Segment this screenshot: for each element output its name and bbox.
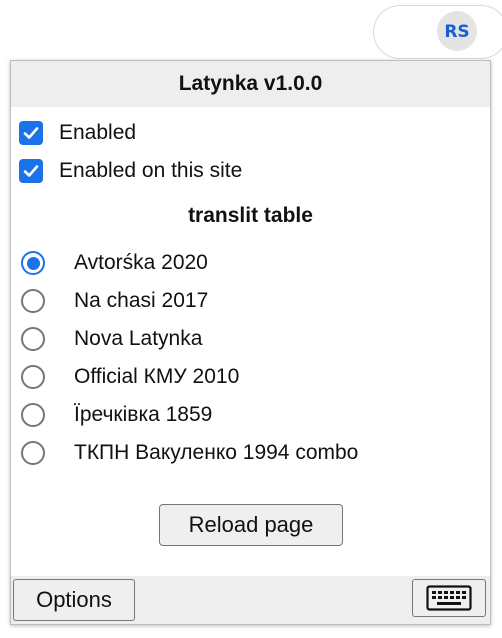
extension-popup: Latynka v1.0.0 Enabled Enabled on this s…: [10, 60, 491, 625]
radio-avtorska-2020[interactable]: [21, 251, 45, 275]
reload-page-button[interactable]: Reload page: [159, 504, 343, 546]
table-option[interactable]: Official КМУ 2010: [21, 362, 239, 392]
table-option-label: ТКПН Вакуленко 1994 combo: [74, 441, 359, 464]
popup-footer: Options: [11, 576, 490, 624]
popup-title: Latynka v1.0.0: [11, 61, 490, 107]
radio-tkpn-vakulenko-1994[interactable]: [21, 441, 45, 465]
radio-official-kmu-2010[interactable]: [21, 365, 45, 389]
table-option-label: Na chasi 2017: [74, 289, 209, 312]
table-option[interactable]: ТКПН Вакуленко 1994 combo: [21, 438, 358, 468]
checkmark-icon: [23, 165, 39, 177]
table-option[interactable]: Nova Latynka: [21, 324, 202, 354]
radio-nova-latynka[interactable]: [21, 327, 45, 351]
table-option[interactable]: Avtorśka 2020: [21, 248, 208, 278]
enabled-row[interactable]: Enabled: [19, 118, 136, 148]
checkmark-icon: [23, 127, 39, 139]
enabled-checkbox[interactable]: [19, 121, 43, 145]
table-option[interactable]: Їречківка 1859: [21, 400, 212, 430]
radio-jirechkivka-1859[interactable]: [21, 403, 45, 427]
svg-text:RS: RS: [444, 22, 469, 42]
translit-table-heading: translit table: [188, 204, 313, 227]
enabled-label: Enabled: [59, 121, 137, 144]
enabled-on-site-label: Enabled on this site: [59, 159, 243, 182]
radio-na-chasi-2017[interactable]: [21, 289, 45, 313]
extension-button[interactable]: RS: [437, 11, 477, 51]
table-option-label: Їречківка 1859: [74, 403, 213, 426]
keyboard-icon: [426, 585, 472, 611]
enabled-on-site-row[interactable]: Enabled on this site: [19, 156, 242, 186]
keyboard-button[interactable]: [412, 579, 486, 617]
options-button[interactable]: Options: [13, 579, 135, 621]
enabled-on-site-checkbox[interactable]: [19, 159, 43, 183]
rs-logo-icon: RS: [442, 16, 472, 46]
table-option[interactable]: Na chasi 2017: [21, 286, 208, 316]
table-option-label: Nova Latynka: [74, 327, 203, 350]
table-option-label: Official КМУ 2010: [74, 365, 240, 388]
table-option-label: Avtorśka 2020: [74, 251, 208, 274]
